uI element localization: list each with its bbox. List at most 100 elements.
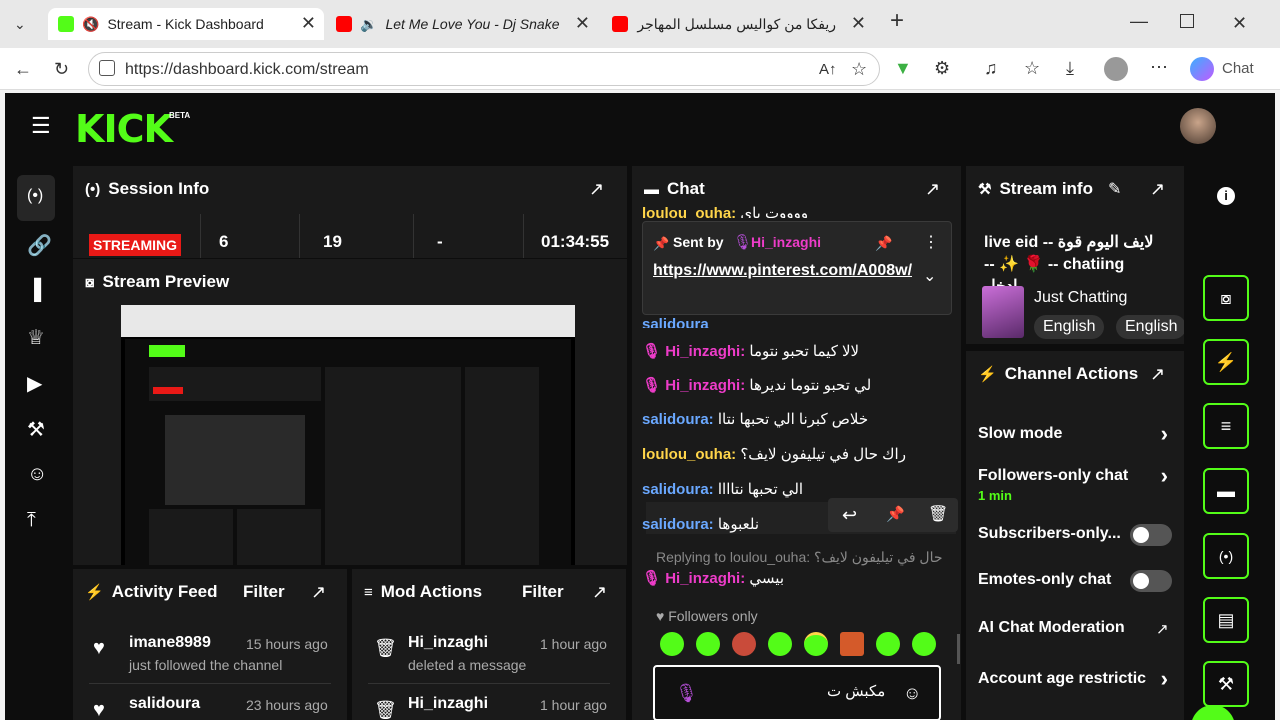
chat-input[interactable]: 🎙 مكبش ت ☺ bbox=[653, 665, 941, 720]
popout-icon[interactable]: ↗ bbox=[311, 582, 326, 603]
reload-icon[interactable]: ↻ bbox=[54, 60, 69, 78]
chat-scrollbar[interactable] bbox=[957, 634, 960, 664]
downloads-icon[interactable]: ⤓ bbox=[1066, 59, 1074, 77]
edit-pencil-icon[interactable]: ✎ bbox=[1108, 181, 1121, 199]
tab-kick-dashboard[interactable]: 🔇 Stream - Kick Dashboard ✕ bbox=[48, 8, 324, 40]
close-tab-icon[interactable]: ✕ bbox=[575, 13, 590, 34]
pin-message-icon[interactable]: 📌 bbox=[886, 506, 905, 524]
video-library-icon[interactable]: ▶ bbox=[27, 371, 42, 396]
emote-happy-icon[interactable] bbox=[912, 632, 936, 656]
chat-toggle-button[interactable]: ▬ bbox=[1203, 468, 1249, 514]
chat-username[interactable]: salidoura: bbox=[642, 411, 714, 428]
speaker-muted-icon[interactable]: 🔇 bbox=[82, 16, 99, 33]
new-tab-button[interactable]: + bbox=[890, 9, 904, 33]
external-link-icon[interactable]: ↗ bbox=[1156, 621, 1169, 639]
broadcast-toggle-button[interactable]: (•) bbox=[1203, 533, 1249, 579]
community-users-icon[interactable]: ☺ bbox=[27, 463, 47, 486]
back-arrow-icon[interactable]: ← bbox=[14, 60, 32, 78]
analytics-chart-icon[interactable]: ▐ bbox=[27, 279, 41, 302]
emote-red-face-icon[interactable] bbox=[732, 632, 756, 656]
popout-icon[interactable]: ↗ bbox=[1150, 179, 1165, 200]
profile-avatar[interactable] bbox=[1104, 57, 1128, 81]
emote-glasses-icon[interactable] bbox=[768, 632, 792, 656]
chat-username[interactable]: Hi_inzaghi: bbox=[665, 570, 745, 587]
mod-username[interactable]: Hi_inzaghi bbox=[408, 634, 488, 652]
upload-icon[interactable]: ⤒ bbox=[27, 509, 36, 532]
media-icon[interactable]: ♫ bbox=[984, 59, 998, 77]
copilot-chat-label[interactable]: Chat bbox=[1222, 60, 1254, 78]
speaker-icon[interactable]: 🔉 bbox=[360, 16, 377, 33]
chat-username[interactable]: Hi_inzaghi: bbox=[665, 377, 745, 394]
mod-log-button[interactable]: ≡ bbox=[1203, 403, 1249, 449]
chat-username[interactable]: salidoura: bbox=[642, 516, 714, 533]
feed-username[interactable]: salidoura bbox=[129, 695, 200, 713]
wrench-icon[interactable]: ⚒ bbox=[27, 417, 45, 442]
pinned-user[interactable]: Hi_inzaghi bbox=[751, 234, 821, 250]
link-icon[interactable]: 🔗 bbox=[27, 233, 52, 258]
tab-youtube-arabic[interactable]: ريفكا من كواليس مسلسل المهاجر - e ✕ bbox=[602, 8, 874, 40]
chevron-right-icon[interactable]: › bbox=[1161, 463, 1168, 489]
popout-icon[interactable]: ↗ bbox=[1150, 364, 1165, 385]
close-tab-icon[interactable]: ✕ bbox=[851, 13, 866, 34]
more-vertical-icon[interactable]: ⋮ bbox=[923, 234, 939, 252]
emoji-picker-icon[interactable]: ☺ bbox=[903, 684, 921, 702]
chat-username[interactable]: salidoura: bbox=[642, 481, 714, 498]
pinned-link[interactable]: https://www.pinterest.com/A008w/ bbox=[653, 260, 913, 282]
tab-list-chevron-icon[interactable]: ⌄ bbox=[14, 15, 26, 33]
mic-badge-icon[interactable]: 🎙 bbox=[675, 684, 698, 702]
close-window-icon[interactable]: ✕ bbox=[1232, 14, 1247, 32]
user-avatar[interactable] bbox=[1180, 108, 1216, 144]
feed-username[interactable]: imane8989 bbox=[129, 634, 211, 652]
video-toggle-button[interactable]: ▤ bbox=[1203, 597, 1249, 643]
quick-actions-button[interactable]: ⚡ bbox=[1203, 339, 1249, 385]
favorite-star-icon[interactable]: ☆ bbox=[851, 60, 867, 78]
filter-button[interactable]: Filter bbox=[522, 582, 564, 602]
subscribers-only-toggle[interactable] bbox=[1130, 524, 1172, 546]
preview-toggle-button[interactable]: ⧇ bbox=[1203, 275, 1249, 321]
tag-chip[interactable]: English bbox=[1034, 315, 1105, 339]
hamburger-menu-icon[interactable]: ☰ bbox=[31, 115, 51, 137]
popout-icon[interactable]: ↗ bbox=[589, 179, 604, 200]
favorites-icon[interactable]: ☆ bbox=[1024, 59, 1040, 77]
emote-green-smile-icon[interactable] bbox=[696, 632, 720, 656]
chevron-right-icon[interactable]: › bbox=[1161, 666, 1168, 692]
trophy-icon[interactable]: ♕ bbox=[27, 325, 45, 350]
chevron-down-icon[interactable]: ⌄ bbox=[923, 268, 936, 286]
popout-icon[interactable]: ↗ bbox=[925, 179, 940, 200]
chat-username[interactable]: salidoura bbox=[642, 316, 709, 328]
delete-message-icon[interactable]: 🗑 bbox=[928, 506, 948, 524]
category-thumbnail[interactable] bbox=[982, 286, 1024, 338]
chat-username[interactable]: Hi_inzaghi: bbox=[665, 343, 745, 360]
site-info-icon[interactable] bbox=[99, 60, 115, 76]
maximize-icon[interactable] bbox=[1180, 14, 1194, 28]
filter-button[interactable]: Filter bbox=[243, 582, 285, 602]
stream-broadcast-icon[interactable]: (•) bbox=[27, 187, 43, 205]
settings-toggle-button[interactable]: ⚒ bbox=[1203, 661, 1249, 707]
info-icon[interactable]: i bbox=[1217, 187, 1235, 205]
emote-box-icon[interactable] bbox=[840, 632, 864, 656]
category-name[interactable]: Just Chatting bbox=[1034, 289, 1127, 307]
minimize-icon[interactable]: — bbox=[1130, 12, 1148, 30]
read-aloud-icon[interactable]: A↑ bbox=[819, 61, 837, 79]
chat-username[interactable]: loulou_ouha: bbox=[642, 205, 736, 218]
emote-green-face-icon[interactable] bbox=[660, 632, 684, 656]
mod-username[interactable]: Hi_inzaghi bbox=[408, 695, 488, 713]
chevron-right-icon[interactable]: › bbox=[1161, 421, 1168, 447]
kick-logo[interactable]: KICK bbox=[75, 107, 173, 151]
emote-angel-icon[interactable] bbox=[804, 632, 828, 656]
more-menu-icon[interactable]: ⋯ bbox=[1150, 58, 1168, 76]
floating-action-button[interactable] bbox=[1191, 705, 1235, 720]
extension-download-icon[interactable]: ▼ bbox=[894, 59, 912, 77]
close-tab-icon[interactable]: ✕ bbox=[301, 13, 316, 34]
emotes-only-toggle[interactable] bbox=[1130, 570, 1172, 592]
stream-video-preview[interactable] bbox=[121, 305, 575, 565]
extensions-puzzle-icon[interactable]: ⚙ bbox=[934, 59, 950, 77]
copilot-icon[interactable] bbox=[1190, 57, 1214, 81]
unpin-icon[interactable]: 📌 bbox=[875, 234, 892, 252]
popout-icon[interactable]: ↗ bbox=[592, 582, 607, 603]
reply-icon[interactable]: ↩ bbox=[842, 506, 857, 524]
tag-chip[interactable]: English bbox=[1116, 315, 1184, 339]
emote-clown-icon[interactable] bbox=[876, 632, 900, 656]
url-field[interactable]: https://dashboard.kick.com/stream A↑ ☆ bbox=[88, 52, 880, 86]
chat-username[interactable]: loulou_ouha: bbox=[642, 446, 736, 463]
